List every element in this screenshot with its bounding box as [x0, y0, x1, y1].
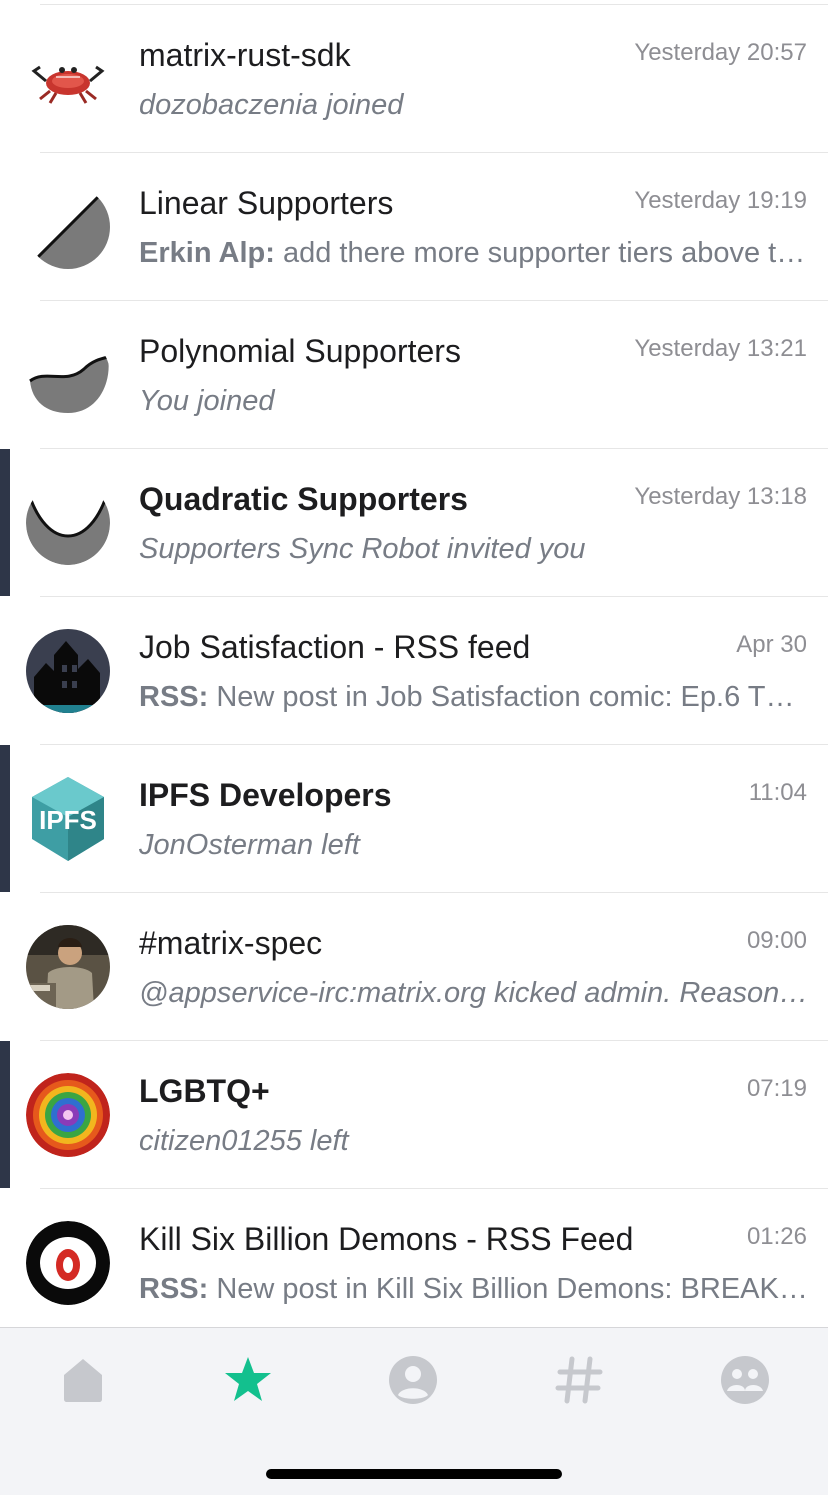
room-timestamp: Yesterday 13:18 [634, 483, 807, 510]
room-last-message: RSS: New post in Job Satisfaction comic:… [139, 677, 809, 717]
room-last-message: You joined [139, 381, 809, 421]
room-avatar [26, 481, 110, 565]
message-text: You joined [139, 385, 275, 417]
room-last-message: JonOsterman left [139, 825, 809, 865]
room-last-message: Erkin Alp: add there more supporter tier… [139, 233, 809, 273]
crab-logo-icon [26, 37, 110, 121]
tab-communities[interactable] [715, 1350, 775, 1410]
message-sender: RSS: [139, 1273, 209, 1305]
room-name: IPFS Developers [139, 777, 392, 813]
tab-people[interactable] [383, 1350, 443, 1410]
svg-text:IPFS: IPFS [39, 805, 97, 835]
room-name: Job Satisfaction - RSS feed [139, 629, 531, 665]
room-avatar [26, 185, 110, 269]
message-text: add there more supporter tiers above tho… [274, 237, 809, 269]
quadratic-curve-icon [26, 481, 110, 565]
room-avatar [26, 1221, 110, 1305]
room-name: matrix-rust-sdk [139, 37, 351, 73]
linear-curve-icon [26, 185, 110, 269]
hash-icon [555, 1356, 603, 1404]
room-timestamp: Yesterday 13:21 [634, 335, 807, 362]
room-name: Kill Six Billion Demons - RSS Feed [139, 1221, 634, 1257]
message-text: Supporters Sync Robot invited you [139, 533, 586, 565]
unread-indicator [0, 1041, 10, 1188]
room-avatar [26, 925, 110, 1009]
message-sender: Erkin Alp: [139, 237, 275, 269]
room-row-quadratic-supporters[interactable]: Quadratic Supporters Yesterday 13:18 Sup… [0, 449, 828, 597]
message-sender: RSS: [139, 681, 209, 713]
room-timestamp: Yesterday 19:19 [634, 187, 807, 214]
tab-bar [0, 1327, 828, 1495]
room-name: Linear Supporters [139, 185, 394, 221]
room-timestamp: Apr 30 [736, 631, 807, 658]
unread-indicator [0, 745, 10, 892]
room-last-message: Supporters Sync Robot invited you [139, 529, 809, 569]
room-row-job-satisfaction[interactable]: Job Satisfaction - RSS feed Apr 30 RSS: … [0, 597, 828, 745]
room-last-message: dozobaczenia joined [139, 85, 809, 125]
room-name: LGBTQ+ [139, 1073, 270, 1109]
room-timestamp: Yesterday 20:57 [634, 39, 807, 66]
room-timestamp: 09:00 [746, 927, 807, 954]
haunted-house-icon [26, 629, 110, 713]
room-name: #matrix-spec [139, 925, 323, 961]
red-eye-icon [26, 1221, 110, 1305]
tab-favourites[interactable] [218, 1350, 278, 1410]
room-last-message: @appservice-irc:matrix.org kicked admin.… [139, 973, 809, 1013]
person-photo-icon [26, 925, 110, 1009]
unread-indicator [0, 449, 10, 596]
room-row-lgbtq[interactable]: LGBTQ+ 07:19 citizen01255 left [0, 1041, 828, 1189]
room-row-linear-supporters[interactable]: Linear Supporters Yesterday 19:19 Erkin … [0, 153, 828, 301]
message-text: JonOsterman left [139, 829, 360, 861]
room-name: Quadratic Supporters [139, 481, 468, 517]
room-avatar: IPFS [26, 777, 110, 861]
group-icon [721, 1356, 769, 1404]
room-avatar [26, 333, 110, 417]
home-indicator [266, 1469, 562, 1479]
room-row-ipfs-developers[interactable]: IPFS IPFS Developers 11:04 JonOsterman l… [0, 745, 828, 893]
room-avatar [26, 629, 110, 713]
room-last-message: citizen01255 left [139, 1121, 809, 1161]
person-icon [389, 1356, 437, 1404]
room-row-kill-six-billion-demons[interactable]: Kill Six Billion Demons - RSS Feed 01:26… [0, 1189, 828, 1327]
tab-rooms[interactable] [549, 1350, 609, 1410]
message-text: New post in Kill Six Billion Demons: BRE… [216, 1273, 809, 1305]
star-icon [225, 1357, 271, 1401]
rainbow-circles-icon [26, 1073, 110, 1157]
room-row-matrix-spec[interactable]: #matrix-spec 09:00 @appservice-irc:matri… [0, 893, 828, 1041]
tab-home[interactable] [53, 1350, 113, 1410]
room-avatar [26, 37, 110, 121]
room-timestamp: 07:19 [746, 1075, 807, 1102]
room-timestamp: 01:26 [746, 1223, 807, 1250]
message-text: dozobaczenia joined [139, 89, 404, 121]
message-text: New post in Job Satisfaction comic: Ep.6… [216, 681, 809, 713]
room-row-polynomial-supporters[interactable]: Polynomial Supporters Yesterday 13:21 Yo… [0, 301, 828, 449]
room-avatar [26, 1073, 110, 1157]
room-last-message: RSS: New post in Kill Six Billion Demons… [139, 1269, 809, 1309]
message-text: @appservice-irc:matrix.org kicked admin.… [139, 977, 809, 1009]
polynomial-curve-icon [26, 333, 110, 417]
room-row-matrix-rust-sdk[interactable]: matrix-rust-sdk Yesterday 20:57 dozobacz… [0, 5, 828, 153]
room-timestamp: 11:04 [748, 779, 807, 806]
message-text: citizen01255 left [139, 1125, 349, 1157]
home-icon [64, 1359, 102, 1402]
room-name: Polynomial Supporters [139, 333, 461, 369]
ipfs-cube-icon: IPFS [26, 777, 110, 861]
